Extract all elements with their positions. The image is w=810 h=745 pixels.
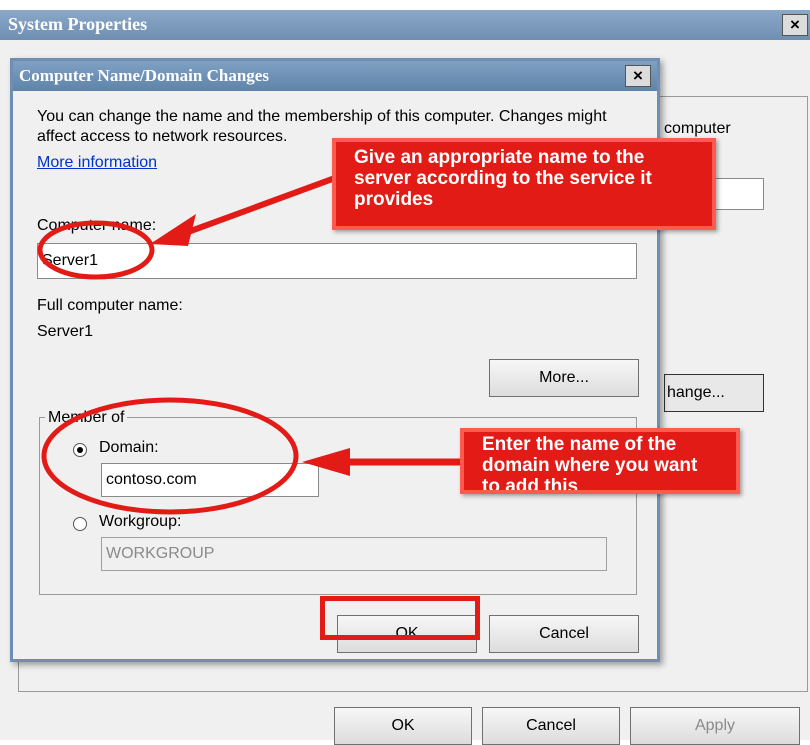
change-button[interactable]: hange... (664, 374, 764, 412)
domain-radio[interactable] (73, 443, 87, 457)
dialog-title: Computer Name/Domain Changes (19, 66, 269, 85)
workgroup-input[interactable]: WORKGROUP (101, 537, 607, 571)
full-computer-name-label: Full computer name: (37, 297, 183, 314)
workgroup-label: Workgroup: (99, 513, 182, 530)
ok-button-highlight (320, 596, 480, 640)
member-of-label: Member of (45, 409, 128, 427)
system-cancel-button[interactable]: Cancel (482, 707, 620, 745)
workgroup-radio[interactable] (73, 517, 87, 531)
computer-name-input[interactable]: Server1 (37, 243, 637, 279)
computer-name-label: Computer name: (37, 217, 157, 234)
computer-description-text: computer (664, 120, 731, 137)
dialog-cancel-button[interactable]: Cancel (489, 615, 639, 653)
system-properties-close-button[interactable]: × (782, 14, 808, 36)
system-properties-title: System Properties (8, 14, 148, 34)
domain-label: Domain: (99, 439, 159, 456)
more-information-link[interactable]: More information (37, 154, 157, 172)
full-computer-name-value: Server1 (37, 323, 94, 340)
system-ok-button[interactable]: OK (334, 707, 472, 745)
name-callout: Give an appropriate name to the server a… (332, 138, 716, 230)
system-apply-button[interactable]: Apply (630, 707, 800, 745)
dialog-titlebar: Computer Name/Domain Changes × (13, 61, 657, 91)
domain-callout: Enter the name of the domain where you w… (460, 428, 740, 494)
dialog-close-button[interactable]: × (625, 65, 651, 87)
system-properties-titlebar: System Properties × (0, 10, 810, 40)
domain-input[interactable]: contoso.com (101, 463, 319, 497)
more-button[interactable]: More... (489, 359, 639, 397)
